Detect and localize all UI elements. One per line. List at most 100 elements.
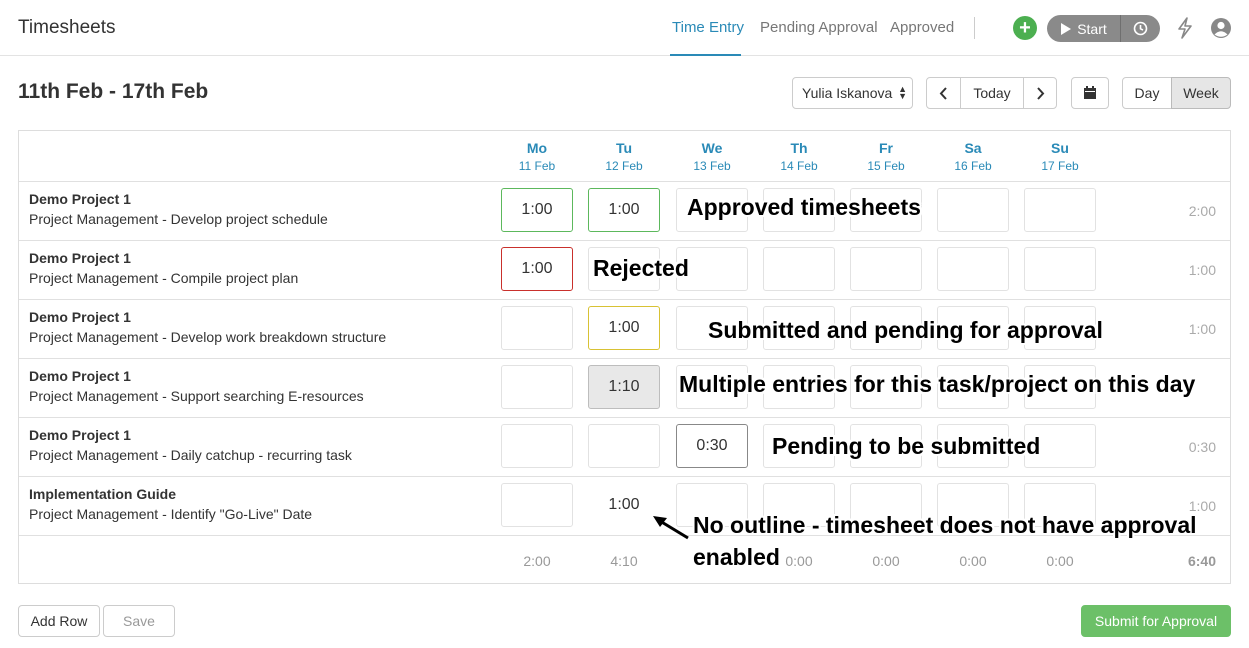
user-select[interactable]: Yulia Iskanova ▲ ▼ bbox=[792, 77, 913, 109]
row-task-name: Project Management - Support searching E… bbox=[29, 388, 364, 404]
time-cell[interactable] bbox=[501, 365, 573, 409]
start-label: Start bbox=[1077, 20, 1107, 37]
day-name: Sa bbox=[964, 140, 982, 156]
day-name: Fr bbox=[879, 140, 893, 156]
time-cell[interactable] bbox=[763, 247, 835, 291]
day-header: Th 14 Feb bbox=[763, 140, 835, 173]
save-button[interactable]: Save bbox=[103, 605, 175, 637]
time-cell[interactable] bbox=[850, 247, 922, 291]
time-cell-rejected[interactable]: 1:00 bbox=[501, 247, 573, 291]
chevron-right-icon bbox=[1036, 86, 1044, 100]
active-tab-indicator bbox=[670, 54, 741, 56]
time-cell-multiple[interactable]: 1:10 bbox=[588, 365, 660, 409]
day-name: Mo bbox=[526, 140, 548, 156]
select-arrows-icon: ▲ ▼ bbox=[898, 84, 907, 101]
day-date: 14 Feb bbox=[780, 159, 818, 173]
app-title: Timesheets bbox=[18, 17, 116, 38]
time-cell-approved[interactable]: 1:00 bbox=[501, 188, 573, 232]
time-cell[interactable] bbox=[501, 306, 573, 350]
time-cell[interactable] bbox=[501, 483, 573, 527]
day-date: 12 Feb bbox=[605, 159, 643, 173]
tab-pending-approval[interactable]: Pending Approval bbox=[760, 19, 878, 36]
clock-icon bbox=[1133, 21, 1148, 36]
column-total: 0:00 bbox=[1046, 553, 1074, 569]
time-cell[interactable] bbox=[588, 424, 660, 468]
row-divider bbox=[19, 358, 1230, 359]
annotation-approved: Approved timesheets bbox=[687, 194, 921, 220]
time-cell[interactable] bbox=[937, 188, 1009, 232]
time-cell[interactable] bbox=[1024, 247, 1096, 291]
day-date: 16 Feb bbox=[954, 159, 992, 173]
nav-divider bbox=[974, 17, 975, 39]
row-project-name: Demo Project 1 bbox=[29, 309, 131, 325]
row-divider bbox=[19, 299, 1230, 300]
grand-total: 6:40 bbox=[1187, 553, 1216, 569]
row-task-name: Project Management - Develop work breakd… bbox=[29, 329, 387, 345]
tab-time-entry[interactable]: Time Entry bbox=[672, 19, 744, 36]
time-cell-submitted[interactable]: 1:00 bbox=[588, 306, 660, 350]
day-header: Sa 16 Feb bbox=[937, 140, 1009, 173]
row-divider bbox=[19, 181, 1230, 182]
add-row-button[interactable]: Add Row bbox=[18, 605, 100, 637]
annotation-pending: Pending to be submitted bbox=[772, 433, 1041, 459]
row-divider bbox=[19, 417, 1230, 418]
day-name: Tu bbox=[615, 140, 633, 156]
day-name: We bbox=[701, 140, 723, 156]
time-cell-pending[interactable]: 0:30 bbox=[676, 424, 748, 468]
prev-week-button[interactable] bbox=[926, 77, 961, 109]
user-icon[interactable] bbox=[1210, 17, 1232, 39]
day-view-button[interactable]: Day bbox=[1122, 77, 1172, 109]
top-bar: Timesheets Time Entry Pending Approval A… bbox=[0, 0, 1249, 56]
annotation-submitted: Submitted and pending for approval bbox=[708, 317, 1103, 343]
play-icon bbox=[1061, 22, 1072, 35]
week-view-button[interactable]: Week bbox=[1171, 77, 1231, 109]
day-name: Su bbox=[1051, 140, 1069, 156]
row-total: 1:00 bbox=[1188, 262, 1216, 278]
day-header: Mo 11 Feb bbox=[501, 140, 573, 173]
row-task-name: Project Management - Develop project sch… bbox=[29, 211, 328, 227]
timer-history-button[interactable] bbox=[1121, 15, 1160, 42]
tab-approved[interactable]: Approved bbox=[890, 19, 954, 36]
calendar-button[interactable] bbox=[1071, 77, 1109, 109]
user-select-value: Yulia Iskanova bbox=[802, 85, 893, 101]
day-date: 13 Feb bbox=[693, 159, 731, 173]
row-project-name: Demo Project 1 bbox=[29, 191, 131, 207]
calendar-icon bbox=[1084, 86, 1096, 99]
row-project-name: Demo Project 1 bbox=[29, 368, 131, 384]
row-total: 1:00 bbox=[1188, 321, 1216, 337]
time-cell[interactable] bbox=[501, 424, 573, 468]
next-week-button[interactable] bbox=[1023, 77, 1057, 109]
bolt-icon[interactable] bbox=[1176, 17, 1194, 39]
row-divider bbox=[19, 240, 1230, 241]
row-task-name: Project Management - Identify "Go-Live" … bbox=[29, 506, 313, 522]
day-date: 15 Feb bbox=[867, 159, 905, 173]
column-total: 0:00 bbox=[872, 553, 900, 569]
column-total: 4:10 bbox=[610, 553, 638, 569]
start-timer-button[interactable]: Start bbox=[1047, 15, 1121, 42]
annotation-noapproval-line2: enabled bbox=[693, 544, 780, 570]
add-entry-button[interactable]: + bbox=[1013, 16, 1037, 40]
row-project-name: Demo Project 1 bbox=[29, 427, 131, 443]
plus-icon: + bbox=[1019, 17, 1031, 39]
column-total: 0:00 bbox=[959, 553, 987, 569]
time-cell[interactable] bbox=[1024, 188, 1096, 232]
row-project-name: Implementation Guide bbox=[29, 486, 177, 502]
day-header: Fr 15 Feb bbox=[850, 140, 922, 173]
row-task-name: Project Management - Compile project pla… bbox=[29, 270, 299, 286]
week-title: 11th Feb - 17th Feb bbox=[18, 80, 209, 103]
row-total: 2:00 bbox=[1188, 203, 1216, 219]
time-cell[interactable] bbox=[937, 247, 1009, 291]
row-task-name: Project Management - Daily catchup - rec… bbox=[29, 447, 352, 463]
arrow-icon bbox=[653, 516, 689, 540]
day-header: Tu 12 Feb bbox=[588, 140, 660, 173]
time-cell-approved[interactable]: 1:00 bbox=[588, 188, 660, 232]
submit-for-approval-button[interactable]: Submit for Approval bbox=[1081, 605, 1231, 637]
day-header: We 13 Feb bbox=[676, 140, 748, 173]
row-project-name: Demo Project 1 bbox=[29, 250, 131, 266]
annotation-multiple: Multiple entries for this task/project o… bbox=[679, 371, 1196, 397]
day-name: Th bbox=[790, 140, 808, 156]
row-divider bbox=[19, 476, 1230, 477]
day-header: Su 17 Feb bbox=[1024, 140, 1096, 173]
today-button[interactable]: Today bbox=[960, 77, 1024, 109]
day-date: 17 Feb bbox=[1041, 159, 1079, 173]
